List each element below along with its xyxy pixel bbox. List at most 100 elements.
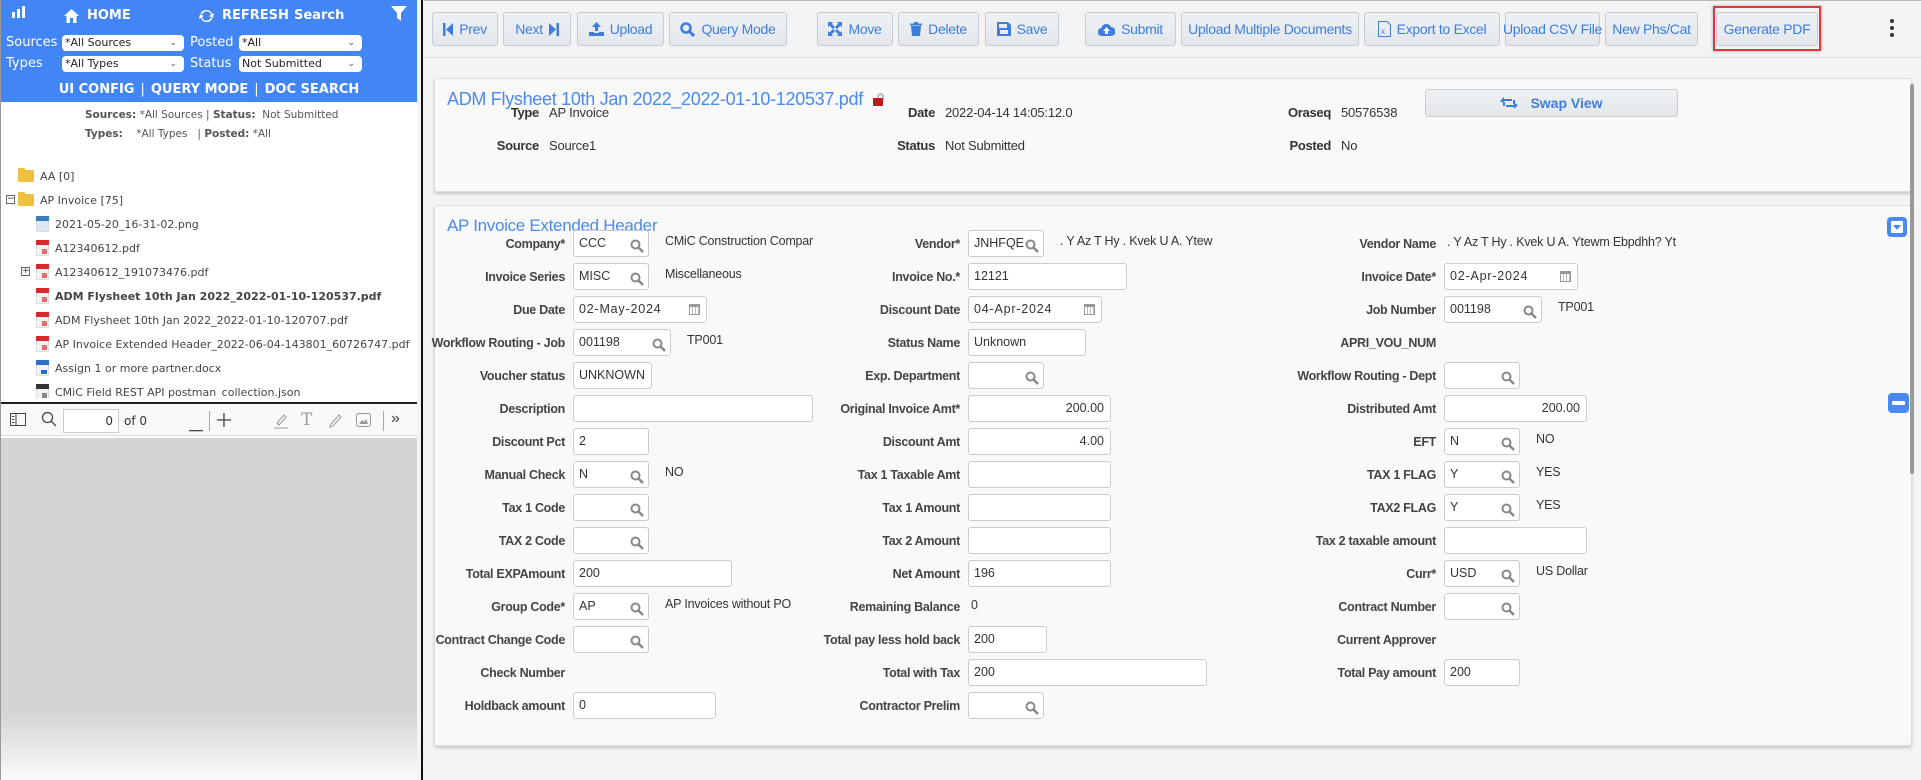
move-button[interactable]: Move <box>817 12 893 46</box>
search-link[interactable]: Search <box>294 8 344 23</box>
doc-search-link[interactable]: DOC SEARCH <box>265 82 360 97</box>
zoom-out-icon[interactable] <box>189 419 203 435</box>
search-icon[interactable] <box>41 411 57 430</box>
text-input[interactable] <box>1444 527 1587 554</box>
date-input[interactable]: 02-May-2024 <box>573 296 707 323</box>
text-input[interactable] <box>968 461 1111 488</box>
date-input[interactable]: 02-Apr-2024 <box>1444 263 1578 290</box>
lookup-input[interactable] <box>968 692 1044 719</box>
lookup-input[interactable] <box>968 362 1044 389</box>
search-icon[interactable] <box>1501 369 1515 394</box>
text-input[interactable]: Unknown <box>968 329 1086 356</box>
calendar-icon[interactable] <box>1084 304 1095 315</box>
search-icon[interactable] <box>630 468 644 493</box>
search-icon[interactable] <box>630 534 644 559</box>
save-button[interactable]: Save <box>985 12 1059 46</box>
tree-file[interactable]: CMiC Field REST API postman_collection.j… <box>36 382 300 398</box>
page-number-input[interactable]: 0 <box>63 409 119 433</box>
calendar-icon[interactable] <box>1560 271 1571 282</box>
upload-button[interactable]: Upload <box>577 12 664 46</box>
search-icon[interactable] <box>630 501 644 526</box>
query-mode-link[interactable]: QUERY MODE <box>151 82 248 97</box>
text-input[interactable]: 200 <box>968 626 1047 653</box>
lookup-input[interactable]: Y <box>1444 494 1520 521</box>
tree-file[interactable]: Assign 1 or more partner.docx <box>36 358 221 378</box>
lookup-input[interactable] <box>1444 362 1520 389</box>
text-input[interactable]: 200 <box>1444 659 1520 686</box>
query-mode-button[interactable]: Query Mode <box>669 12 787 46</box>
more-options-icon[interactable] <box>1889 19 1895 41</box>
lookup-input[interactable]: CCC <box>573 230 649 257</box>
text-input[interactable] <box>968 494 1111 521</box>
filter-button[interactable] <box>391 6 407 22</box>
lookup-input[interactable] <box>573 527 649 554</box>
text-input[interactable] <box>968 527 1111 554</box>
status-select[interactable]: Not Submitted ⌄ <box>239 56 362 72</box>
search-icon[interactable] <box>1501 501 1515 526</box>
panel-divider[interactable] <box>421 0 423 780</box>
tree-folder[interactable]: AA [0] <box>18 166 74 186</box>
highlight-icon[interactable] <box>273 412 289 432</box>
home-link[interactable]: HOME <box>64 8 131 23</box>
collapse-section-icon[interactable] <box>1887 217 1907 237</box>
menu-toggle[interactable] <box>11 6 25 20</box>
text-input[interactable]: 200.00 <box>1444 395 1587 422</box>
search-icon[interactable] <box>1025 237 1039 262</box>
posted-select[interactable]: *All ⌄ <box>239 35 362 51</box>
minimize-icon[interactable] <box>1888 393 1909 413</box>
expand-toggle-icon[interactable]: + <box>21 267 30 276</box>
text-tool-icon[interactable]: T <box>301 410 312 430</box>
ui-config-link[interactable]: UI CONFIG <box>59 82 135 97</box>
lookup-input[interactable]: JNHFQE <box>968 230 1044 257</box>
vertical-scrollbar[interactable] <box>1910 84 1914 474</box>
export-to-excel-button[interactable]: x Export to Excel <box>1364 12 1500 46</box>
search-icon[interactable] <box>1501 567 1515 592</box>
tree-file[interactable]: AP Invoice Extended Header_2022-06-04-14… <box>36 334 409 354</box>
calendar-icon[interactable] <box>689 304 700 315</box>
tree-file[interactable]: ADM Flysheet 10th Jan 2022_2022-01-10-12… <box>36 286 381 306</box>
search-icon[interactable] <box>630 270 644 295</box>
collapse-toggle-icon[interactable]: − <box>6 195 15 204</box>
text-input[interactable]: 200 <box>573 560 732 587</box>
lookup-input[interactable]: N <box>573 461 649 488</box>
swap-view-button[interactable]: Swap View <box>1425 89 1678 117</box>
search-icon[interactable] <box>630 633 644 658</box>
tree-file[interactable]: + A12340612_191073476.pdf <box>21 262 208 282</box>
next-button[interactable]: Next <box>503 12 571 46</box>
search-icon[interactable] <box>1501 468 1515 493</box>
lookup-input[interactable]: 001198 <box>573 329 671 356</box>
text-input[interactable]: 196 <box>968 560 1111 587</box>
lookup-input[interactable]: AP <box>573 593 649 620</box>
text-input[interactable]: 200 <box>968 659 1207 686</box>
sources-select[interactable]: *All Sources ⌄ <box>62 35 184 51</box>
text-input[interactable]: 2 <box>573 428 649 455</box>
lookup-input[interactable] <box>573 494 649 521</box>
lookup-input[interactable]: 001198 <box>1444 296 1542 323</box>
search-icon[interactable] <box>1025 699 1039 724</box>
lookup-input[interactable] <box>1444 593 1520 620</box>
tree-file[interactable]: 2021-05-20_16-31-02.png <box>36 214 199 234</box>
text-input[interactable]: 12121 <box>968 263 1127 290</box>
lookup-input[interactable] <box>573 626 649 653</box>
search-icon[interactable] <box>630 600 644 625</box>
search-icon[interactable] <box>1025 369 1039 394</box>
text-input[interactable]: 4.00 <box>968 428 1111 455</box>
upload-multiple-documents-button[interactable]: Upload Multiple Documents <box>1181 12 1359 46</box>
delete-button[interactable]: Delete <box>898 12 979 46</box>
new-phs-cat-button[interactable]: New Phs/Cat <box>1605 12 1698 46</box>
lookup-input[interactable]: Y <box>1444 461 1520 488</box>
zoom-in-icon[interactable] <box>217 413 231 430</box>
text-input[interactable]: 200.00 <box>968 395 1111 422</box>
submit-button[interactable]: Submit <box>1085 12 1176 46</box>
tree-folder[interactable]: − AP Invoice [75] <box>6 190 123 210</box>
search-icon[interactable] <box>630 237 644 262</box>
refresh-link[interactable]: REFRESH <box>199 8 289 23</box>
text-input[interactable]: UNKNOWN <box>573 362 652 389</box>
lookup-input[interactable]: MISC <box>573 263 649 290</box>
upload-csv-file-button[interactable]: Upload CSV File <box>1503 12 1602 46</box>
tree-file[interactable]: A12340612.pdf <box>36 238 140 258</box>
prev-button[interactable]: Prev <box>432 12 498 46</box>
search-icon[interactable] <box>652 336 666 361</box>
sidebar-toggle-icon[interactable] <box>10 413 26 429</box>
text-input[interactable]: 0 <box>573 692 716 719</box>
